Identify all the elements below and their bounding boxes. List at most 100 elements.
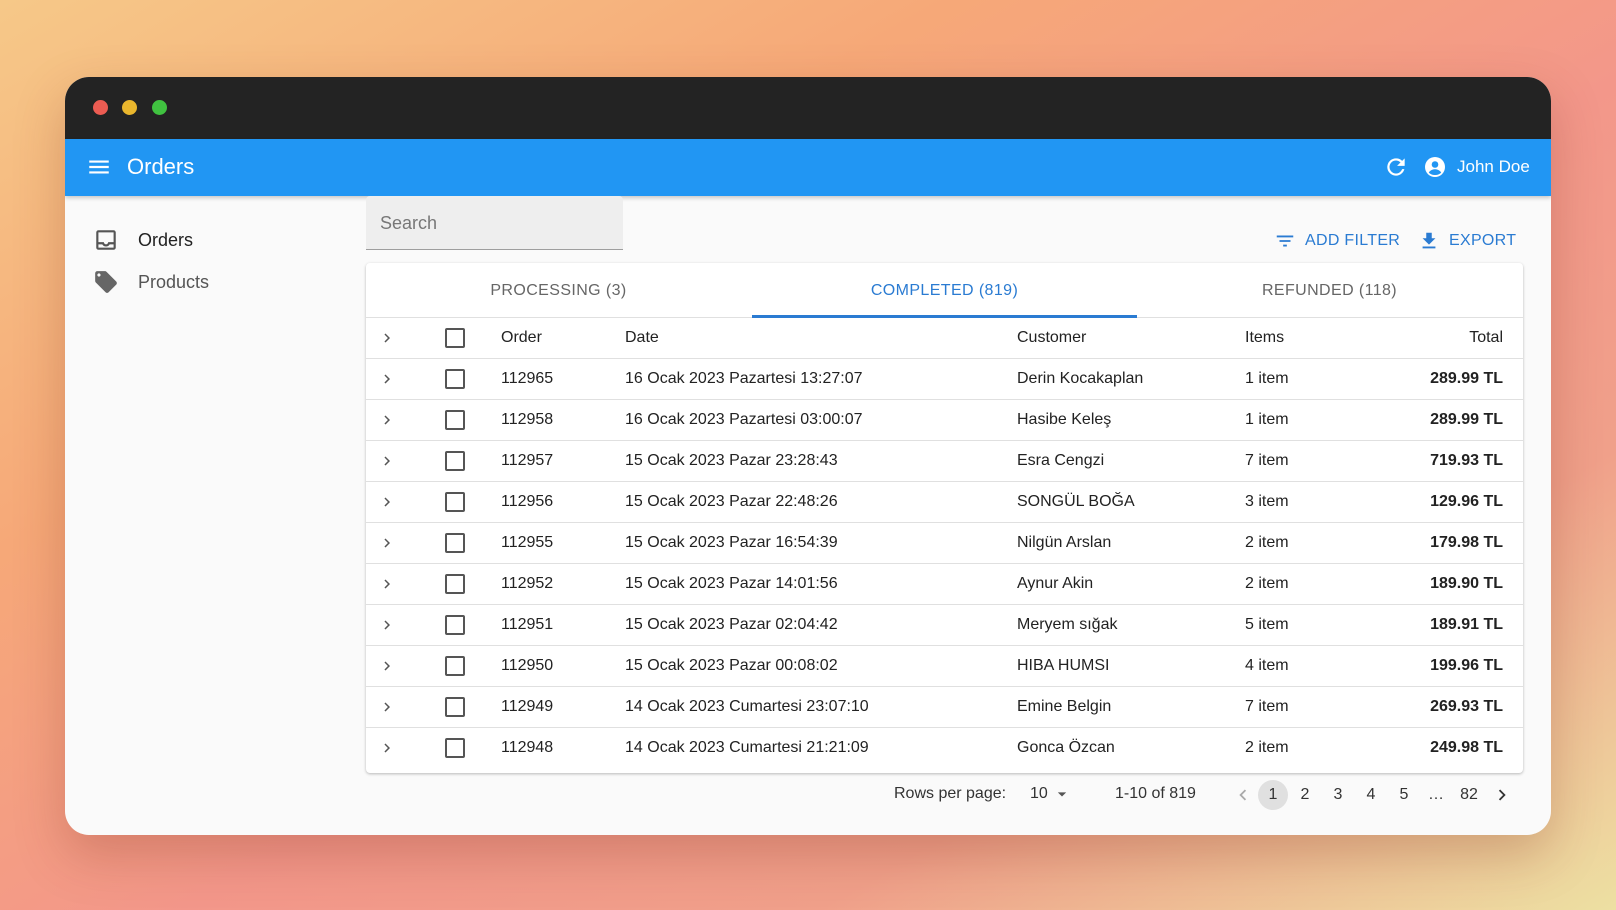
page-button-2[interactable]: 2 — [1290, 780, 1320, 810]
customer-name[interactable]: Hasibe Keleş — [1017, 400, 1111, 440]
tab-refunded[interactable]: REFUNDED (118) — [1137, 263, 1522, 318]
tab-completed[interactable]: COMPLETED (819) — [752, 263, 1137, 318]
export-button[interactable]: EXPORT — [1418, 228, 1516, 254]
item-count: 2 item — [1245, 739, 1289, 756]
sidebar-item-products[interactable]: Products — [93, 269, 209, 295]
page-button-1[interactable]: 1 — [1258, 780, 1288, 810]
row-checkbox[interactable] — [445, 492, 465, 512]
expand-row-icon[interactable] — [378, 493, 396, 511]
column-header-total[interactable]: Total — [1469, 318, 1503, 358]
rows-per-page-select[interactable]: 10 — [1030, 777, 1072, 811]
table-row[interactable]: 112952 15 Ocak 2023 Pazar 14:01:56 Aynur… — [366, 564, 1523, 605]
table-header: Order Date Customer Items Total — [366, 318, 1523, 359]
row-checkbox[interactable] — [445, 410, 465, 430]
row-checkbox[interactable] — [445, 615, 465, 635]
rows-per-page-label: Rows per page: — [894, 785, 1007, 802]
table-row[interactable]: 112965 16 Ocak 2023 Pazartesi 13:27:07 D… — [366, 359, 1523, 400]
customer-name[interactable]: SONGÜL BOĞA — [1017, 482, 1135, 522]
minimize-window-button[interactable] — [122, 100, 137, 115]
order-total: 199.96 TL — [1430, 657, 1503, 674]
order-total: 289.99 TL — [1430, 411, 1503, 428]
expand-row-icon[interactable] — [378, 739, 396, 757]
rows-per-page-value: 10 — [1030, 785, 1048, 802]
expand-all-icon[interactable] — [378, 329, 396, 347]
menu-icon[interactable] — [86, 154, 112, 180]
status-tabs: PROCESSING (3) COMPLETED (819) REFUNDED … — [366, 263, 1523, 318]
order-id: 112950 — [501, 657, 554, 674]
page-button-82[interactable]: 82 — [1454, 780, 1484, 810]
next-page-icon[interactable] — [1491, 784, 1513, 806]
customer-name[interactable]: HIBA HUMSI — [1017, 646, 1109, 686]
refresh-icon[interactable] — [1383, 154, 1409, 180]
column-header-customer[interactable]: Customer — [1017, 318, 1086, 358]
order-id: 112955 — [501, 534, 554, 551]
order-id: 112948 — [501, 739, 554, 756]
maximize-window-button[interactable] — [152, 100, 167, 115]
previous-page-icon[interactable] — [1232, 784, 1254, 806]
customer-name[interactable]: Nilgün Arslan — [1017, 523, 1111, 563]
table-row[interactable]: 112949 14 Ocak 2023 Cumartesi 23:07:10 E… — [366, 687, 1523, 728]
row-checkbox[interactable] — [445, 574, 465, 594]
expand-row-icon[interactable] — [378, 575, 396, 593]
order-total: 719.93 TL — [1430, 452, 1503, 469]
item-count: 3 item — [1245, 493, 1289, 510]
tab-processing[interactable]: PROCESSING (3) — [366, 263, 751, 318]
order-date: 15 Ocak 2023 Pazar 16:54:39 — [625, 534, 838, 551]
order-total: 189.91 TL — [1430, 616, 1503, 633]
expand-row-icon[interactable] — [378, 370, 396, 388]
column-header-order[interactable]: Order — [501, 318, 542, 358]
close-window-button[interactable] — [93, 100, 108, 115]
expand-row-icon[interactable] — [378, 616, 396, 634]
order-id: 112956 — [501, 493, 554, 510]
row-checkbox[interactable] — [445, 738, 465, 758]
row-checkbox[interactable] — [445, 451, 465, 471]
row-checkbox[interactable] — [445, 656, 465, 676]
pagination-ellipsis: … — [1428, 786, 1444, 803]
page-button-5[interactable]: 5 — [1389, 780, 1419, 810]
order-total: 189.90 TL — [1430, 575, 1503, 592]
item-count: 1 item — [1245, 411, 1289, 428]
table-row[interactable]: 112948 14 Ocak 2023 Cumartesi 21:21:09 G… — [366, 728, 1523, 769]
order-date: 15 Ocak 2023 Pazar 00:08:02 — [625, 657, 838, 674]
table-row[interactable]: 112957 15 Ocak 2023 Pazar 23:28:43 Esra … — [366, 441, 1523, 482]
order-id: 112957 — [501, 452, 554, 469]
customer-name[interactable]: Emine Belgin — [1017, 687, 1111, 727]
select-all-checkbox[interactable] — [445, 328, 465, 348]
expand-row-icon[interactable] — [378, 534, 396, 552]
customer-name[interactable]: Meryem sığak — [1017, 605, 1117, 645]
column-header-date[interactable]: Date — [625, 318, 659, 358]
order-date: 15 Ocak 2023 Pazar 22:48:26 — [625, 493, 838, 510]
page-button-3[interactable]: 3 — [1323, 780, 1353, 810]
page-button-4[interactable]: 4 — [1356, 780, 1386, 810]
order-date: 15 Ocak 2023 Pazar 02:04:42 — [625, 616, 838, 633]
order-date: 14 Ocak 2023 Cumartesi 21:21:09 — [625, 739, 869, 756]
order-id: 112949 — [501, 698, 554, 715]
sidebar-item-orders[interactable]: Orders — [93, 227, 193, 253]
search-input[interactable] — [380, 196, 610, 250]
expand-row-icon[interactable] — [378, 452, 396, 470]
row-checkbox[interactable] — [445, 533, 465, 553]
add-filter-button[interactable]: ADD FILTER — [1274, 228, 1400, 254]
order-date: 14 Ocak 2023 Cumartesi 23:07:10 — [625, 698, 869, 715]
row-checkbox[interactable] — [445, 697, 465, 717]
account-circle-icon — [1425, 157, 1445, 177]
sidebar-item-label: Products — [138, 271, 210, 292]
orders-card: PROCESSING (3) COMPLETED (819) REFUNDED … — [366, 263, 1523, 773]
expand-row-icon[interactable] — [378, 411, 396, 429]
customer-name[interactable]: Derin Kocakaplan — [1017, 359, 1143, 399]
customer-name[interactable]: Aynur Akin — [1017, 564, 1093, 604]
item-count: 1 item — [1245, 370, 1289, 387]
customer-name[interactable]: Esra Cengzi — [1017, 441, 1104, 481]
expand-row-icon[interactable] — [378, 698, 396, 716]
row-checkbox[interactable] — [445, 369, 465, 389]
expand-row-icon[interactable] — [378, 657, 396, 675]
item-count: 7 item — [1245, 698, 1289, 715]
table-row[interactable]: 112956 15 Ocak 2023 Pazar 22:48:26 SONGÜ… — [366, 482, 1523, 523]
table-row[interactable]: 112955 15 Ocak 2023 Pazar 16:54:39 Nilgü… — [366, 523, 1523, 564]
customer-name[interactable]: Gonca Özcan — [1017, 728, 1115, 768]
table-row[interactable]: 112951 15 Ocak 2023 Pazar 02:04:42 Merye… — [366, 605, 1523, 646]
table-row[interactable]: 112950 15 Ocak 2023 Pazar 00:08:02 HIBA … — [366, 646, 1523, 687]
page-title: Orders — [127, 154, 195, 179]
user-menu-button[interactable]: John Doe — [1423, 152, 1530, 182]
table-row[interactable]: 112958 16 Ocak 2023 Pazartesi 03:00:07 H… — [366, 400, 1523, 441]
